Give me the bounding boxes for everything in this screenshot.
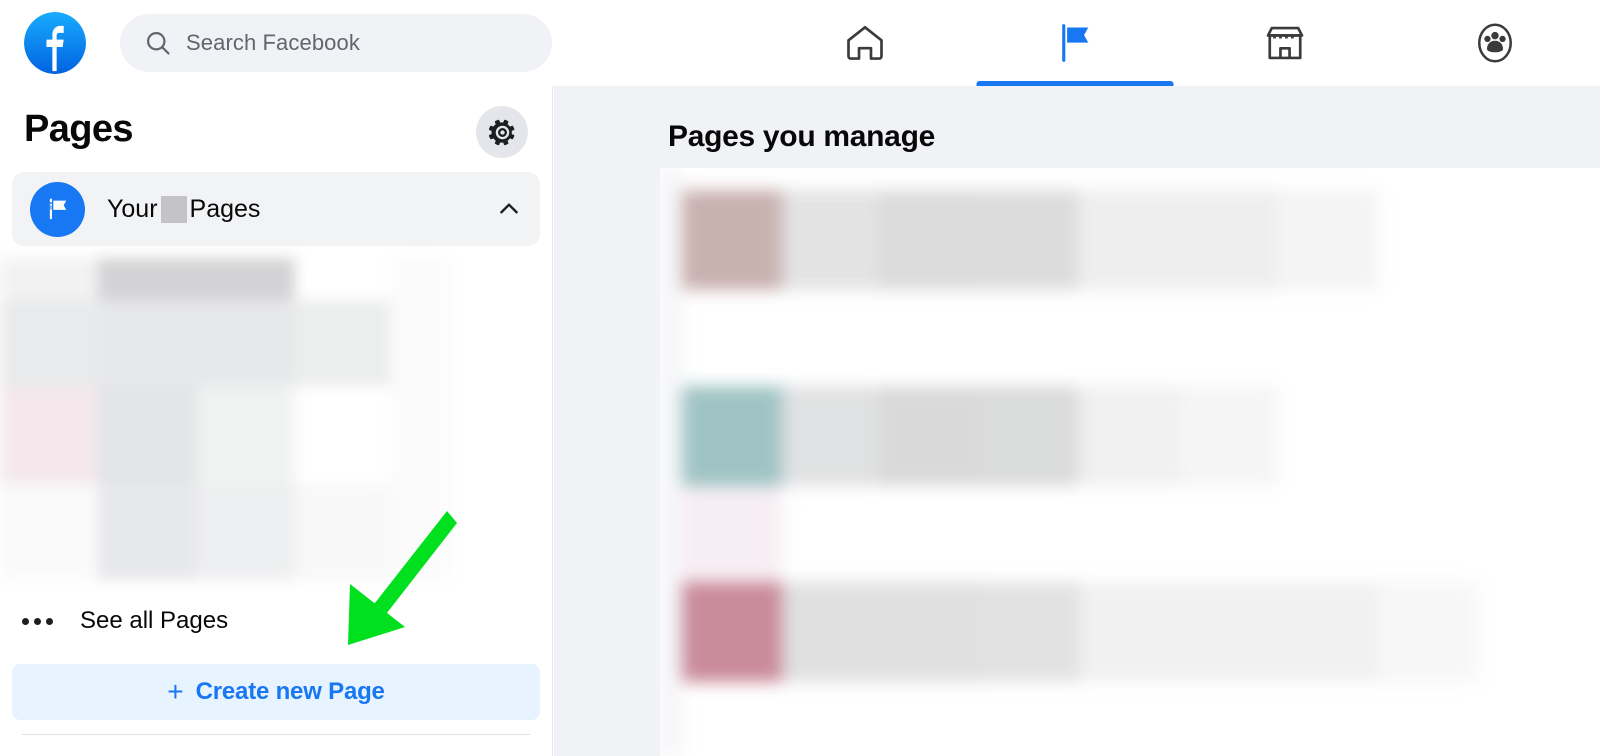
- chevron-up-icon[interactable]: [496, 196, 522, 222]
- nav-tab-home[interactable]: [760, 0, 970, 86]
- your-pages-label-after: Pages: [190, 195, 261, 224]
- sidebar-divider: [22, 734, 530, 735]
- settings-button[interactable]: [476, 106, 528, 158]
- groups-icon: [1473, 21, 1517, 65]
- nav-tab-groups[interactable]: [1390, 0, 1600, 86]
- table-row: [682, 386, 782, 486]
- nav-active-underline: [977, 81, 1174, 86]
- see-all-pages-label: See all Pages: [80, 607, 228, 635]
- table-row: [682, 190, 782, 290]
- search-placeholder: Search Facebook: [186, 30, 360, 56]
- your-pages-label-before: Your: [107, 195, 158, 224]
- create-new-page-button[interactable]: + Create new Page: [12, 664, 540, 720]
- pages-you-manage-card: [660, 168, 1600, 756]
- pages-sidebar: Pages Your Pages: [0, 86, 553, 756]
- nav-tab-pages[interactable]: [970, 0, 1180, 86]
- facebook-logo-icon: [24, 12, 86, 74]
- search-input[interactable]: Search Facebook: [120, 14, 552, 72]
- nav-tab-marketplace[interactable]: [1180, 0, 1390, 86]
- main-heading: Pages you manage: [668, 120, 935, 154]
- table-row: [682, 582, 782, 682]
- managed-pages-list-redacted[interactable]: [660, 168, 1600, 756]
- flag-avatar-icon: [30, 182, 85, 237]
- topbar-left-cluster: Search Facebook: [0, 12, 552, 74]
- see-all-pages-button[interactable]: See all Pages: [0, 590, 552, 652]
- sidebar-header: Pages: [0, 86, 552, 172]
- marketplace-icon: [1263, 21, 1307, 65]
- plus-icon: +: [167, 678, 183, 706]
- home-icon: [843, 21, 887, 65]
- sidebar-page-list-redacted[interactable]: [0, 254, 552, 584]
- facebook-logo[interactable]: [24, 12, 86, 74]
- search-icon: [144, 29, 172, 57]
- redacted-name-block: [161, 196, 187, 223]
- gear-icon: [488, 118, 517, 147]
- create-new-page-label: Create new Page: [196, 678, 385, 706]
- facebook-pages-screen: Search Facebook: [0, 0, 1600, 756]
- main-content: Pages you manage: [554, 86, 1600, 756]
- top-navigation-bar: Search Facebook: [0, 0, 1600, 86]
- sidebar-item-your-pages-label: Your Pages: [107, 195, 260, 224]
- flag-icon: [1052, 20, 1098, 66]
- ellipsis-icon: [22, 618, 60, 625]
- sidebar-item-your-pages[interactable]: Your Pages: [12, 172, 540, 246]
- main-nav-tabs: [760, 0, 1600, 86]
- page-title: Pages: [24, 108, 133, 151]
